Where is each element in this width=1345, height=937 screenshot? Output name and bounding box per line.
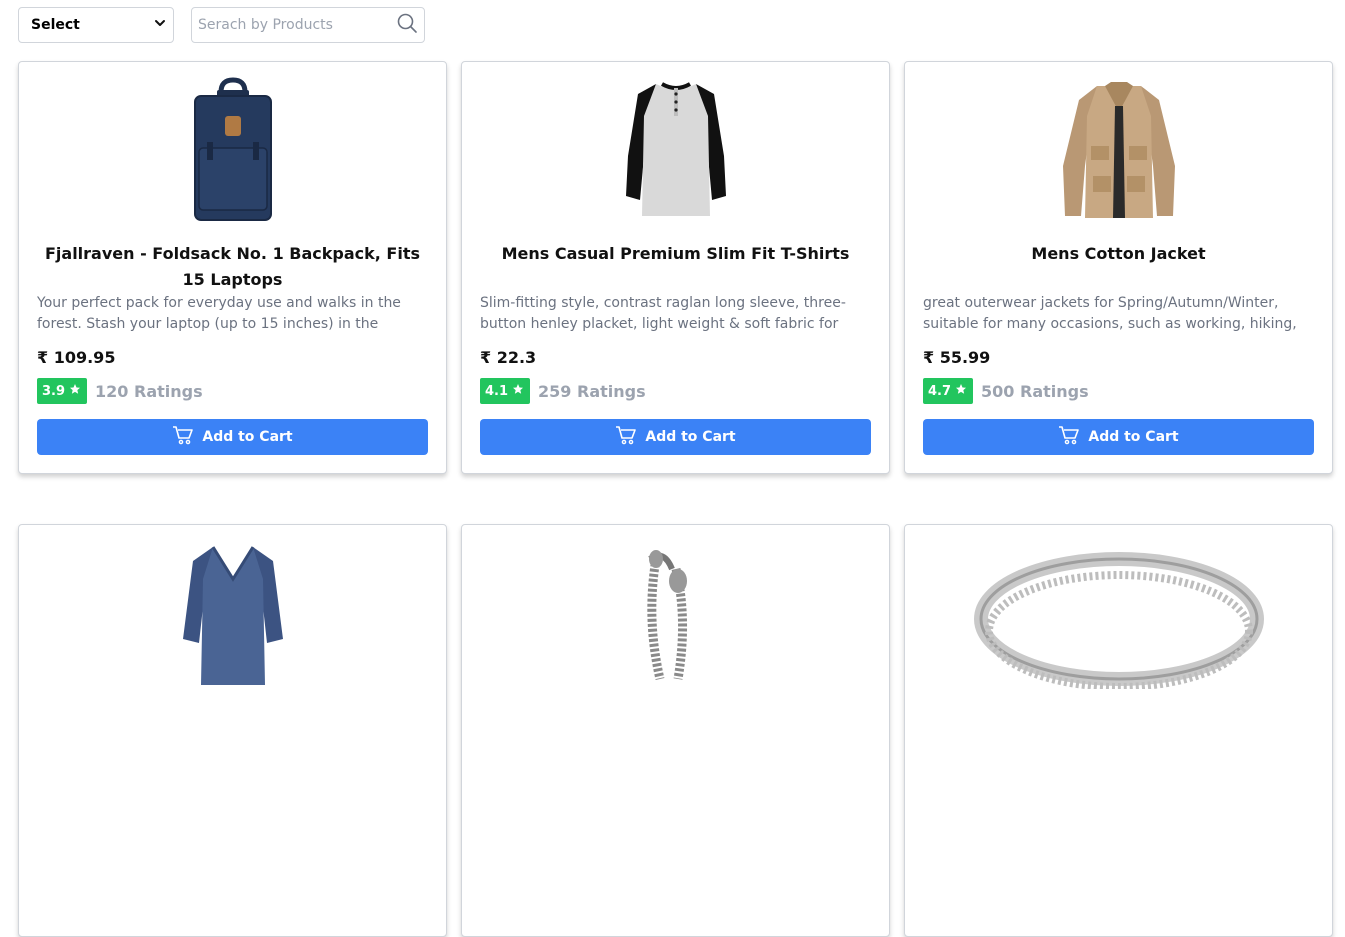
chevron-down-icon — [153, 16, 167, 34]
star-icon — [512, 383, 524, 399]
cotton-jacket-image — [1062, 82, 1175, 218]
star-icon — [69, 383, 81, 399]
product-description: Slim-fitting style, contrast raglan long… — [480, 295, 846, 332]
product-image-wrap — [19, 539, 446, 689]
add-to-cart-label: Add to Cart — [202, 429, 293, 445]
rating-row: 3.9 120 Ratings — [37, 378, 203, 404]
add-to-cart-button[interactable]: Add to Cart — [37, 419, 428, 455]
product-price: ₹ 22.3 — [480, 348, 537, 367]
star-icon — [955, 383, 967, 399]
cart-icon — [1058, 425, 1080, 449]
rating-badge: 3.9 — [37, 378, 88, 404]
product-description: Your perfect pack for everyday use and w… — [37, 295, 401, 332]
product-grid: Fjallraven - Foldsack No. 1 Backpack, Fi… — [18, 61, 1334, 937]
category-select[interactable]: Select — [18, 7, 174, 43]
product-card — [904, 524, 1333, 937]
cart-icon — [615, 425, 637, 449]
product-image-wrap — [905, 76, 1332, 226]
product-price: ₹ 55.99 — [923, 348, 991, 367]
product-card: Fjallraven - Foldsack No. 1 Backpack, Fi… — [18, 61, 447, 474]
rating-value: 4.7 — [928, 383, 952, 399]
search-placeholder: Serach by Products — [198, 17, 333, 33]
add-to-cart-label: Add to Cart — [1088, 429, 1179, 445]
add-to-cart-label: Add to Cart — [645, 429, 736, 445]
product-card: Mens Casual Premium Slim Fit T-Shirts Sl… — [461, 61, 890, 474]
search-icon[interactable] — [396, 12, 418, 38]
category-select-value: Select — [31, 17, 80, 33]
rating-value: 4.1 — [485, 383, 509, 399]
product-description: great outerwear jackets for Spring/Autum… — [923, 295, 1297, 332]
product-title[interactable]: Fjallraven - Foldsack No. 1 Backpack, Fi… — [37, 241, 428, 293]
product-price: ₹ 109.95 — [37, 348, 116, 367]
rating-count: 500 Ratings — [981, 381, 1089, 401]
search-input[interactable]: Serach by Products — [191, 7, 425, 43]
rating-value: 3.9 — [42, 383, 66, 399]
product-title[interactable]: Mens Cotton Jacket — [923, 241, 1314, 267]
filter-bar: Select Serach by Products — [18, 7, 425, 43]
add-to-cart-button[interactable]: Add to Cart — [923, 419, 1314, 455]
product-image-wrap — [462, 539, 889, 689]
backpack-image — [193, 77, 272, 221]
product-card — [18, 524, 447, 937]
product-card: Mens Cotton Jacket great outerwear jacke… — [904, 61, 1333, 474]
raglan-tshirt-image — [625, 82, 726, 216]
rating-row: 4.1 259 Ratings — [480, 378, 646, 404]
product-image-wrap — [462, 76, 889, 226]
add-to-cart-button[interactable]: Add to Cart — [480, 419, 871, 455]
rating-badge: 4.7 — [923, 378, 974, 404]
longsleeve-shirt-image — [182, 546, 283, 685]
product-card — [461, 524, 890, 937]
cart-icon — [172, 425, 194, 449]
rating-row: 4.7 500 Ratings — [923, 378, 1089, 404]
product-image-wrap — [905, 539, 1332, 689]
rating-count: 120 Ratings — [95, 381, 203, 401]
chain-bracelet-image — [646, 550, 687, 681]
silver-ring-image — [973, 552, 1264, 689]
rating-count: 259 Ratings — [538, 381, 646, 401]
product-title[interactable]: Mens Casual Premium Slim Fit T-Shirts — [480, 241, 871, 267]
rating-badge: 4.1 — [480, 378, 531, 404]
product-image-wrap — [19, 76, 446, 226]
